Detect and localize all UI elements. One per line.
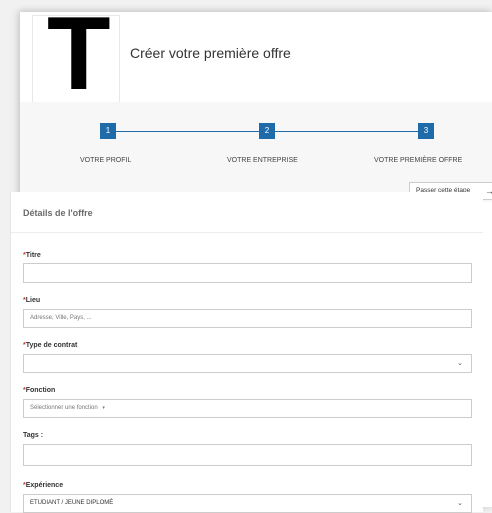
section-divider: [11, 232, 483, 233]
header: T Créer votre première offre: [20, 12, 492, 112]
experience-select[interactable]: ETUDIANT / JEUNE DIPLOMÉ ⌄: [23, 494, 472, 513]
step-2-number[interactable]: 2: [259, 123, 275, 139]
progress-line-2: [267, 131, 427, 132]
step-3-number[interactable]: 3: [418, 123, 434, 139]
page-title: Créer votre première offre: [130, 45, 291, 61]
lieu-input[interactable]: Adresse, Ville, Pays, ...: [23, 309, 472, 328]
lieu-label: *Lieu: [23, 297, 41, 304]
fonction-select[interactable]: Sélectionner une fonction ▾: [23, 399, 472, 418]
chevron-down-icon: ⌄: [457, 360, 463, 367]
offer-form: Détails de l'offre *Titre *Lieu Adresse,…: [10, 192, 483, 513]
type-contrat-label: *Type de contrat: [23, 342, 78, 349]
fonction-label: *Fonction: [23, 387, 56, 394]
titre-input[interactable]: [23, 263, 472, 283]
titre-label: *Titre: [23, 252, 41, 259]
type-contrat-select[interactable]: ⌄: [23, 354, 472, 373]
section-title: Détails de l'offre: [23, 208, 93, 218]
tags-input[interactable]: [23, 444, 472, 466]
arrow-right-icon: →: [485, 186, 492, 196]
step-1-label: VOTRE PROFIL: [80, 157, 132, 164]
chevron-down-icon: ⌄: [457, 500, 463, 507]
caret-down-icon: ▾: [102, 405, 105, 411]
experience-value: ETUDIANT / JEUNE DIPLOMÉ: [30, 500, 114, 506]
experience-label: *Expérience: [23, 482, 64, 489]
fonction-placeholder: Sélectionner une fonction: [30, 405, 98, 411]
step-2-label: VOTRE ENTREPRISE: [227, 157, 298, 164]
logo-letter: T: [47, 12, 111, 112]
tags-label: Tags :: [23, 432, 44, 439]
progress-steps: 1 2 3 VOTRE PROFIL VOTRE ENTREPRISE VOTR…: [20, 102, 492, 202]
company-logo: T: [32, 12, 120, 112]
step-1-number[interactable]: 1: [100, 123, 116, 139]
step-3-label: VOTRE PREMIÈRE OFFRE: [374, 157, 463, 164]
